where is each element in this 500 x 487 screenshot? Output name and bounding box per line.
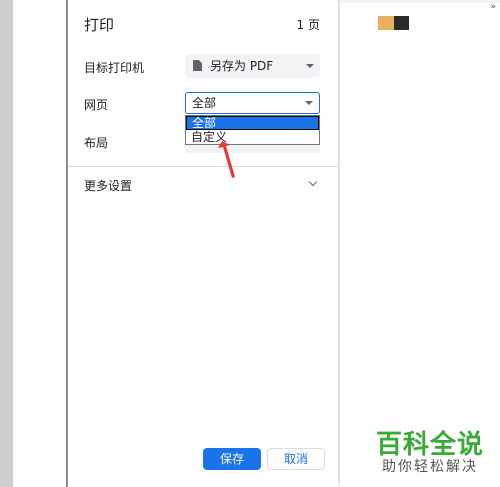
pages-select[interactable]: 全部 [185,92,320,114]
layout-label: 布局 [84,136,109,150]
chevron-down-icon[interactable] [308,177,318,187]
pages-option-all[interactable]: 全部 [186,116,319,130]
pages-option-custom[interactable]: 自定义 [186,130,319,144]
annotation-arrow-icon [218,141,235,178]
destination-label: 目标打印机 [84,61,145,75]
pages-dropdown-list: 全部 自定义 [185,115,320,145]
layout-select[interactable] [185,145,320,153]
document-icon [193,60,202,71]
dropdown-arrow-icon [305,101,313,105]
toolbar-strip [340,0,500,3]
watermark-subtitle: 助你轻松解决 [382,459,478,475]
color-swatch-orange [378,16,394,30]
dropdown-arrow-icon [306,64,314,68]
window-divider [339,0,340,487]
cancel-button[interactable]: 取消 [267,448,325,470]
pages-value: 全部 [192,96,217,110]
destination-value: 另存为 PDF [210,59,274,73]
dialog-title: 打印 [84,16,115,34]
color-swatch-dark [394,16,409,30]
preview-page [13,0,66,487]
save-button[interactable]: 保存 [203,448,261,470]
more-settings-toggle[interactable]: 更多设置 [84,177,132,194]
preview-background [0,0,13,487]
destination-select[interactable]: 另存为 PDF [185,54,320,78]
overflow-chevron-icon[interactable]: » [490,2,496,12]
divider [68,166,338,167]
page-count: 1 页 [296,18,320,32]
print-settings-panel: 打印 1 页 目标打印机 另存为 PDF 网页 全部 全部 自定义 布局 更多设… [68,0,339,483]
pages-label: 网页 [84,98,109,112]
